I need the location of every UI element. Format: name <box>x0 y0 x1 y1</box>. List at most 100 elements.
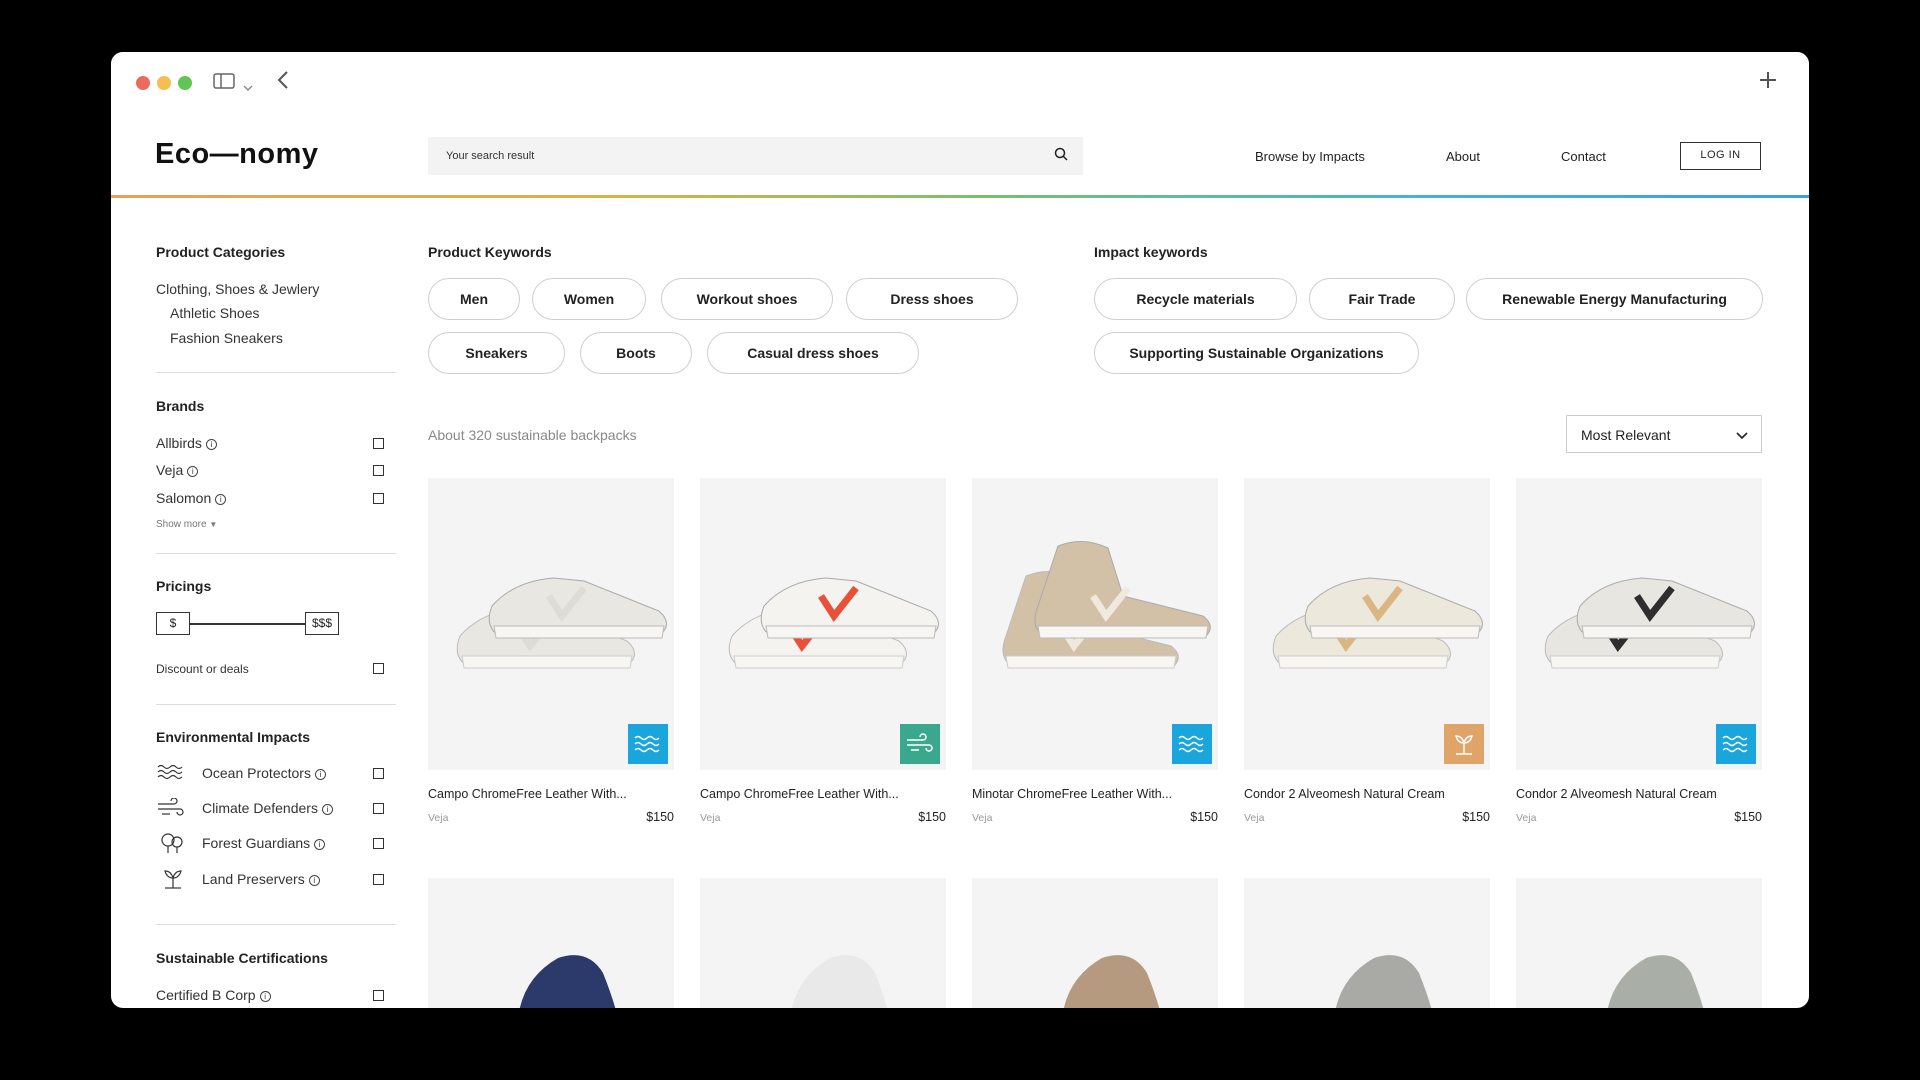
brand-label: Veja <box>156 462 184 478</box>
category-item[interactable]: Clothing, Shoes & Jewlery <box>156 281 319 297</box>
impact-label: Forest Guardians <box>202 835 311 851</box>
product-card-image[interactable] <box>972 478 1218 770</box>
sidebar-toggle-icon[interactable] <box>213 73 235 94</box>
close-window-button[interactable] <box>136 76 150 90</box>
keyword-pill[interactable]: Workout shoes <box>661 278 833 320</box>
info-icon[interactable]: i <box>259 991 271 1002</box>
impact-label: Climate Defenders <box>202 800 318 816</box>
brand-allbirds[interactable]: Allbirds i <box>156 435 217 451</box>
title-bar <box>111 52 1809 112</box>
keyword-pill[interactable]: Dress shoes <box>846 278 1018 320</box>
keyword-pill[interactable]: Boots <box>580 332 692 374</box>
brand-label: Salomon <box>156 490 212 506</box>
keyword-pill[interactable]: Women <box>532 278 646 320</box>
pricings-title: Pricings <box>156 578 212 594</box>
impact-keywords-title: Impact keywords <box>1094 244 1208 260</box>
product-brand: Veja <box>972 812 993 824</box>
product-name[interactable]: Campo ChromeFree Leather With... <box>428 787 627 801</box>
sidebar-divider <box>156 924 396 925</box>
nav-about[interactable]: About <box>1446 149 1480 164</box>
wind-icon <box>900 724 940 764</box>
category-item[interactable]: Fashion Sneakers <box>170 330 283 346</box>
categories-title: Product Categories <box>156 244 286 260</box>
new-tab-icon[interactable] <box>1758 70 1778 95</box>
price-slider-track[interactable] <box>190 623 306 625</box>
keyword-pill[interactable]: Casual dress shoes <box>707 332 919 374</box>
search-bar[interactable]: Your search result <box>428 137 1083 175</box>
search-input[interactable]: Your search result <box>446 150 534 162</box>
info-icon[interactable]: i <box>321 804 333 815</box>
back-icon[interactable] <box>277 70 289 95</box>
sort-value: Most Relevant <box>1581 427 1671 443</box>
info-icon[interactable]: i <box>215 494 227 505</box>
caret-down-icon: ▼ <box>209 520 218 529</box>
product-card-image[interactable] <box>1244 878 1490 1008</box>
show-more-link[interactable]: Show more ▼ <box>156 519 217 530</box>
maximize-window-button[interactable] <box>178 76 192 90</box>
impact-climate-defenders[interactable]: Climate Defenders i <box>202 800 333 816</box>
price-max-handle[interactable]: $$$ <box>305 612 339 635</box>
cert-b-corp[interactable]: Certified B Corp i <box>156 987 271 1003</box>
impact-ocean-protectors[interactable]: Ocean Protectors i <box>202 765 326 781</box>
product-card-image[interactable] <box>700 478 946 770</box>
minimize-window-button[interactable] <box>157 76 171 90</box>
product-price: $150 <box>1190 810 1218 824</box>
product-brand: Veja <box>1516 812 1537 824</box>
brand-salomon-checkbox[interactable] <box>373 493 384 504</box>
impact-land-preservers[interactable]: Land Preservers i <box>202 871 320 887</box>
keyword-pill[interactable]: Men <box>428 278 520 320</box>
nav-browse-by-impacts[interactable]: Browse by Impacts <box>1255 149 1365 164</box>
keyword-pill[interactable]: Sneakers <box>428 332 565 374</box>
info-icon[interactable]: i <box>308 875 320 886</box>
waves-icon <box>156 763 186 783</box>
product-price: $150 <box>646 810 674 824</box>
product-name[interactable]: Campo ChromeFree Leather With... <box>700 787 899 801</box>
info-icon[interactable]: i <box>314 769 326 780</box>
brand-veja[interactable]: Veja i <box>156 462 199 478</box>
info-icon[interactable]: i <box>187 466 199 477</box>
impact-keyword-pill[interactable]: Renewable Energy Manufacturing <box>1466 278 1763 320</box>
product-name[interactable]: Condor 2 Alveomesh Natural Cream <box>1516 787 1717 801</box>
product-card-image[interactable] <box>700 878 946 1008</box>
impact-label: Ocean Protectors <box>202 765 311 781</box>
impact-keyword-pill[interactable]: Fair Trade <box>1309 278 1455 320</box>
product-card-image[interactable] <box>428 478 674 770</box>
sort-dropdown[interactable]: Most Relevant <box>1566 415 1762 453</box>
nav-contact[interactable]: Contact <box>1561 149 1606 164</box>
chevron-down-icon <box>1735 428 1749 444</box>
product-name[interactable]: Minotar ChromeFree Leather With... <box>972 787 1172 801</box>
product-card-image[interactable] <box>1516 478 1762 770</box>
brand-veja-checkbox[interactable] <box>373 465 384 476</box>
sprout-icon <box>1444 724 1484 764</box>
product-card-image[interactable] <box>1244 478 1490 770</box>
chevron-down-icon[interactable] <box>243 76 253 97</box>
cert-b-corp-checkbox[interactable] <box>373 990 384 1001</box>
waves-icon <box>1716 724 1756 764</box>
results-count: About 320 sustainable backpacks <box>428 427 637 443</box>
info-icon[interactable]: i <box>314 839 326 850</box>
info-icon[interactable]: i <box>205 439 217 450</box>
product-price: $150 <box>918 810 946 824</box>
impact-keyword-pill[interactable]: Supporting Sustainable Organizations <box>1094 332 1419 374</box>
impact-keyword-pill[interactable]: Recycle materials <box>1094 278 1297 320</box>
brand-allbirds-checkbox[interactable] <box>373 438 384 449</box>
impact-forest-checkbox[interactable] <box>373 838 384 849</box>
login-button[interactable]: LOG IN <box>1680 142 1761 170</box>
product-name[interactable]: Condor 2 Alveomesh Natural Cream <box>1244 787 1445 801</box>
impact-label: Land Preservers <box>202 871 305 887</box>
waves-icon <box>628 724 668 764</box>
product-card-image[interactable] <box>428 878 674 1008</box>
product-card-image[interactable] <box>1516 878 1762 1008</box>
category-item[interactable]: Athletic Shoes <box>170 305 260 321</box>
product-card-image[interactable] <box>972 878 1218 1008</box>
impact-land-checkbox[interactable] <box>373 874 384 885</box>
site-logo[interactable]: Eco—nomy <box>155 138 319 171</box>
impact-ocean-checkbox[interactable] <box>373 768 384 779</box>
search-icon[interactable] <box>1053 146 1069 162</box>
price-min-handle[interactable]: $ <box>156 612 190 635</box>
product-keywords-title: Product Keywords <box>428 244 552 260</box>
impact-forest-guardians[interactable]: Forest Guardians i <box>202 835 326 851</box>
discount-checkbox[interactable] <box>373 663 384 674</box>
impact-climate-checkbox[interactable] <box>373 803 384 814</box>
brand-salomon[interactable]: Salomon i <box>156 490 227 506</box>
